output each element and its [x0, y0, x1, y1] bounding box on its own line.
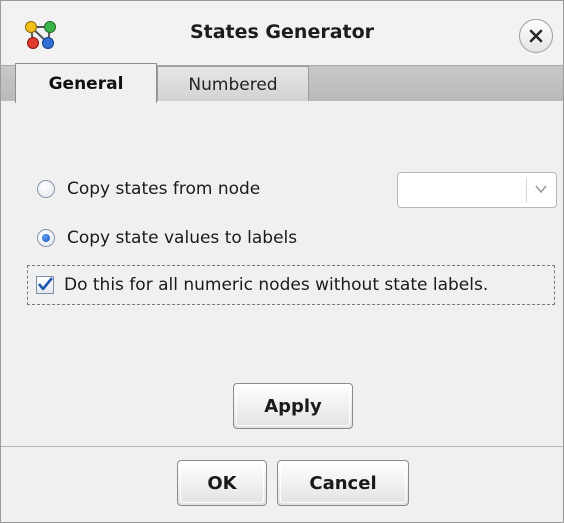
tab-numbered[interactable]: Numbered	[157, 66, 309, 102]
copy-state-values-radio[interactable]	[37, 229, 55, 247]
select-divider	[526, 177, 527, 203]
chevron-down-icon	[535, 185, 547, 194]
close-icon	[529, 29, 543, 43]
apply-button[interactable]: Apply	[233, 383, 353, 429]
title-bar[interactable]: States Generator	[1, 1, 563, 65]
dialog-title: States Generator	[189, 21, 375, 43]
tab-strip: General Numbered	[1, 63, 563, 103]
all-numeric-nodes-checkbox[interactable]	[36, 276, 54, 294]
cancel-button[interactable]: Cancel	[277, 460, 409, 506]
copy-states-from-node-option[interactable]: Copy states from node	[37, 179, 260, 199]
copy-state-values-label: Copy state values to labels	[67, 228, 298, 248]
general-tab-panel: Copy states from node Copy state values …	[1, 101, 563, 447]
all-numeric-nodes-option[interactable]: Do this for all numeric nodes without st…	[27, 265, 555, 305]
states-generator-dialog: States Generator General Numbered Copy s…	[0, 0, 564, 523]
copy-states-from-node-label: Copy states from node	[67, 179, 261, 199]
close-button[interactable]	[519, 19, 553, 53]
copy-state-values-option[interactable]: Copy state values to labels	[37, 228, 297, 248]
checkmark-icon	[37, 277, 54, 291]
ok-button[interactable]: OK	[177, 460, 267, 506]
node-select[interactable]	[397, 172, 557, 208]
copy-states-from-node-radio[interactable]	[37, 180, 55, 198]
tab-general[interactable]: General	[15, 63, 157, 103]
all-numeric-nodes-label: Do this for all numeric nodes without st…	[64, 275, 489, 295]
